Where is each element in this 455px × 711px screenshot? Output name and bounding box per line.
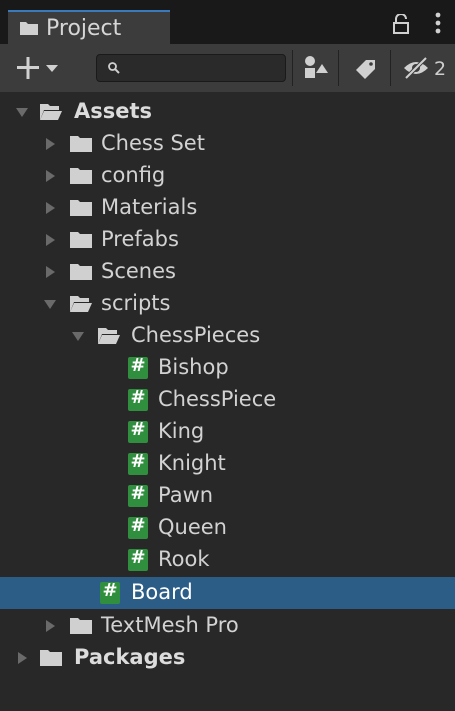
csharp-script-icon: # xyxy=(128,387,148,411)
tree-item-knight[interactable]: # Knight xyxy=(0,448,455,480)
tab-bar: Project xyxy=(0,0,455,44)
tree-item-assets[interactable]: Assets xyxy=(0,96,455,128)
folder-icon xyxy=(70,618,92,634)
folder-icon xyxy=(70,232,92,248)
toolbar-separator xyxy=(292,50,293,86)
folder-icon xyxy=(20,22,38,35)
tree-item-chess-piece[interactable]: # ChessPiece xyxy=(0,384,455,416)
tree-item-label: scripts xyxy=(101,291,171,315)
tree-item-scenes[interactable]: Scenes xyxy=(0,256,455,288)
expand-arrow-right-icon[interactable] xyxy=(44,170,56,182)
folder-icon xyxy=(40,650,62,666)
csharp-script-icon: # xyxy=(128,483,148,507)
expand-arrow-right-icon[interactable] xyxy=(44,234,56,246)
tree-item-pawn[interactable]: # Pawn xyxy=(0,480,455,512)
tree-item-chess-set[interactable]: Chess Set xyxy=(0,128,455,160)
tree-item-packages[interactable]: Packages xyxy=(0,642,455,674)
tree-item-label: Board xyxy=(131,580,193,604)
tree-item-label: Chess Set xyxy=(101,131,205,155)
csharp-script-icon: # xyxy=(100,580,120,604)
tree-item-queen[interactable]: # Queen xyxy=(0,512,455,544)
open-folder-icon xyxy=(98,328,120,344)
tree-item-label: Rook xyxy=(158,547,210,571)
plus-dropdown-icon[interactable] xyxy=(14,53,76,83)
tree-item-label: ChessPiece xyxy=(158,387,277,411)
tree-item-label: Scenes xyxy=(101,259,176,283)
search-field[interactable] xyxy=(96,54,286,82)
tree-item-label: Bishop xyxy=(158,355,229,379)
tree-item-label: Pawn xyxy=(158,483,214,507)
search-input[interactable] xyxy=(127,57,281,81)
tree-item-textmesh-pro[interactable]: TextMesh Pro xyxy=(0,610,455,642)
folder-icon xyxy=(70,264,92,280)
expand-arrow-right-icon[interactable] xyxy=(16,652,28,664)
expand-arrow-right-icon[interactable] xyxy=(44,202,56,214)
tree-item-label: King xyxy=(158,419,205,443)
tab-title: Project xyxy=(46,15,122,41)
expand-arrow-right-icon[interactable] xyxy=(44,266,56,278)
tag-icon[interactable] xyxy=(348,53,384,83)
tree-item-scripts[interactable]: scripts xyxy=(0,288,455,320)
tree-item-label: Knight xyxy=(158,451,226,475)
open-folder-icon xyxy=(40,104,62,120)
tree-item-label: Materials xyxy=(101,195,198,219)
eye-slash-icon[interactable] xyxy=(398,53,434,83)
toolbar-separator xyxy=(338,50,339,86)
expand-arrow-right-icon[interactable] xyxy=(44,138,56,150)
tree-item-label: config xyxy=(101,163,166,187)
open-folder-icon xyxy=(70,296,92,312)
folder-icon xyxy=(70,136,92,152)
tab-project[interactable]: Project xyxy=(8,10,170,44)
tree-item-label: Prefabs xyxy=(101,227,179,251)
csharp-script-icon: # xyxy=(128,451,148,475)
tree-item-rook[interactable]: # Rook xyxy=(0,544,455,576)
csharp-script-icon: # xyxy=(128,547,148,571)
csharp-script-icon: # xyxy=(128,515,148,539)
expand-arrow-down-icon[interactable] xyxy=(72,330,84,342)
expand-arrow-right-icon[interactable] xyxy=(44,620,56,632)
csharp-script-icon: # xyxy=(128,355,148,379)
tree-item-king[interactable]: # King xyxy=(0,416,455,448)
toolbar-separator xyxy=(390,50,391,86)
tree-item-label: Queen xyxy=(158,515,227,539)
shapes-icon[interactable] xyxy=(296,53,332,83)
csharp-script-icon: # xyxy=(128,419,148,443)
tree-item-label: TextMesh Pro xyxy=(101,613,239,637)
tree-item-board[interactable]: # Board xyxy=(0,577,455,609)
tree-item-label: Packages xyxy=(74,645,186,669)
lock-icon[interactable] xyxy=(391,14,411,34)
tree-item-bishop[interactable]: # Bishop xyxy=(0,352,455,384)
project-window: Project 2 Assets Chess Set config Materi… xyxy=(0,0,455,711)
expand-arrow-down-icon[interactable] xyxy=(44,298,56,310)
tree-item-chess-pieces[interactable]: ChessPieces xyxy=(0,320,455,352)
folder-icon xyxy=(70,168,92,184)
expand-arrow-down-icon[interactable] xyxy=(16,106,28,118)
kebab-menu-icon[interactable] xyxy=(435,12,441,34)
tree-item-label: Assets xyxy=(74,99,153,123)
tree-item-materials[interactable]: Materials xyxy=(0,192,455,224)
folder-icon xyxy=(70,200,92,216)
toolbar: 2 xyxy=(0,44,455,92)
hidden-packages-count: 2 xyxy=(434,58,447,80)
tree-item-label: ChessPieces xyxy=(131,323,261,347)
tree-item-config[interactable]: config xyxy=(0,160,455,192)
tree-item-prefabs[interactable]: Prefabs xyxy=(0,224,455,256)
search-icon xyxy=(108,62,120,74)
